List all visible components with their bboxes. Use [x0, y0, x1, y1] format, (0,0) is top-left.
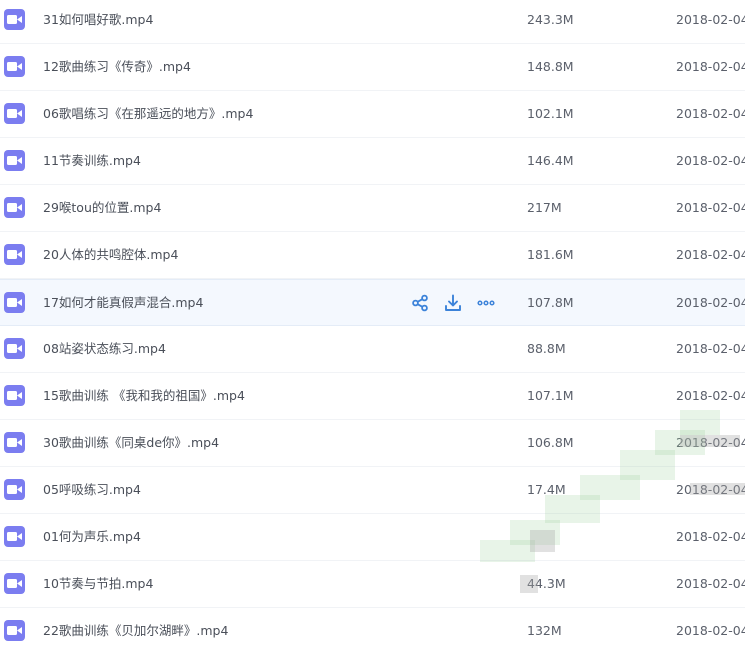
file-date: 2018-02-04 — [676, 153, 745, 168]
file-size: 146.4M — [527, 153, 574, 168]
file-size: 181.6M — [527, 247, 574, 262]
video-file-icon — [4, 9, 25, 30]
file-size: 102.1M — [527, 106, 574, 121]
file-row[interactable]: 30歌曲训练《同桌de你》.mp4 106.8M 2018-02-04 — [0, 420, 745, 467]
file-row[interactable]: 15歌曲训练 《我和我的祖国》.mp4 107.1M 2018-02-04 — [0, 373, 745, 420]
file-name[interactable]: 01何为声乐.mp4 — [43, 528, 141, 545]
share-icon[interactable] — [411, 294, 429, 312]
file-size: 148.8M — [527, 59, 574, 74]
file-size: 17.4M — [527, 482, 566, 497]
file-size: 132M — [527, 623, 562, 638]
file-date: 2018-02-04 — [676, 341, 745, 356]
file-date: 2018-02-04 — [676, 623, 745, 638]
video-file-icon — [4, 338, 25, 359]
file-size: 88.8M — [527, 341, 566, 356]
video-file-icon — [4, 479, 25, 500]
video-file-icon — [4, 56, 25, 77]
video-file-icon — [4, 573, 25, 594]
file-date: 2018-02-04 — [676, 200, 745, 215]
file-date: 2018-02-04 — [676, 482, 745, 497]
file-name[interactable]: 08站姿状态练习.mp4 — [43, 340, 166, 357]
file-row[interactable]: 12歌曲练习《传奇》.mp4 148.8M 2018-02-04 — [0, 44, 745, 91]
file-size: 217M — [527, 200, 562, 215]
file-name[interactable]: 12歌曲练习《传奇》.mp4 — [43, 58, 191, 75]
file-date: 2018-02-04 — [676, 529, 745, 544]
video-file-icon — [4, 432, 25, 453]
file-row[interactable]: 06歌唱练习《在那遥远的地方》.mp4 102.1M 2018-02-04 — [0, 91, 745, 138]
more-icon[interactable] — [477, 294, 495, 312]
file-date: 2018-02-04 — [676, 435, 745, 450]
file-size: 106.8M — [527, 435, 574, 450]
video-file-icon — [4, 197, 25, 218]
video-file-icon — [4, 526, 25, 547]
file-name[interactable]: 06歌唱练习《在那遥远的地方》.mp4 — [43, 105, 253, 122]
file-name[interactable]: 20人体的共鸣腔体.mp4 — [43, 246, 178, 263]
file-date: 2018-02-04 — [676, 59, 745, 74]
file-row[interactable]: 11节奏训练.mp4 146.4M 2018-02-04 — [0, 138, 745, 185]
video-file-icon — [4, 103, 25, 124]
video-file-icon — [4, 620, 25, 641]
file-name[interactable]: 31如何唱好歌.mp4 — [43, 11, 153, 28]
file-date: 2018-02-04 — [676, 388, 745, 403]
file-date: 2018-02-04 — [676, 12, 745, 27]
file-row[interactable]: 29喉tou的位置.mp4 217M 2018-02-04 — [0, 185, 745, 232]
file-date: 2018-02-04 — [676, 576, 745, 591]
file-row[interactable]: 10节奏与节拍.mp4 44.3M 2018-02-04 — [0, 561, 745, 608]
file-list: 31如何唱好歌.mp4 243.3M 2018-02-04 12歌曲练习《传奇》… — [0, 0, 745, 645]
download-icon[interactable] — [444, 294, 462, 312]
file-row[interactable]: 31如何唱好歌.mp4 243.3M 2018-02-04 — [0, 0, 745, 44]
file-size: 107.8M — [527, 295, 574, 310]
file-row[interactable]: 05呼吸练习.mp4 17.4M 2018-02-04 — [0, 467, 745, 514]
file-name[interactable]: 22歌曲训练《贝加尔湖畔》.mp4 — [43, 622, 228, 639]
file-date: 2018-02-04 — [676, 295, 745, 310]
video-file-icon — [4, 150, 25, 171]
video-file-icon — [4, 385, 25, 406]
video-file-icon — [4, 292, 25, 313]
file-name[interactable]: 17如何才能真假声混合.mp4 — [43, 294, 203, 311]
file-date: 2018-02-04 — [676, 106, 745, 121]
file-name[interactable]: 15歌曲训练 《我和我的祖国》.mp4 — [43, 387, 245, 404]
file-row[interactable]: 08站姿状态练习.mp4 88.8M 2018-02-04 — [0, 326, 745, 373]
file-row-hovered[interactable]: 17如何才能真假声混合.mp4 107.8M 2018-02-04 — [0, 279, 745, 326]
file-name[interactable]: 29喉tou的位置.mp4 — [43, 199, 161, 216]
file-name[interactable]: 11节奏训练.mp4 — [43, 152, 141, 169]
file-size: 107.1M — [527, 388, 574, 403]
file-name[interactable]: 05呼吸练习.mp4 — [43, 481, 141, 498]
file-size: 243.3M — [527, 12, 574, 27]
file-date: 2018-02-04 — [676, 247, 745, 262]
video-file-icon — [4, 244, 25, 265]
file-row[interactable]: 20人体的共鸣腔体.mp4 181.6M 2018-02-04 — [0, 232, 745, 279]
file-name[interactable]: 30歌曲训练《同桌de你》.mp4 — [43, 434, 219, 451]
file-row[interactable]: 01何为声乐.mp4 2018-02-04 — [0, 514, 745, 561]
file-row[interactable]: 22歌曲训练《贝加尔湖畔》.mp4 132M 2018-02-04 — [0, 608, 745, 645]
file-size: 44.3M — [527, 576, 566, 591]
file-name[interactable]: 10节奏与节拍.mp4 — [43, 575, 153, 592]
